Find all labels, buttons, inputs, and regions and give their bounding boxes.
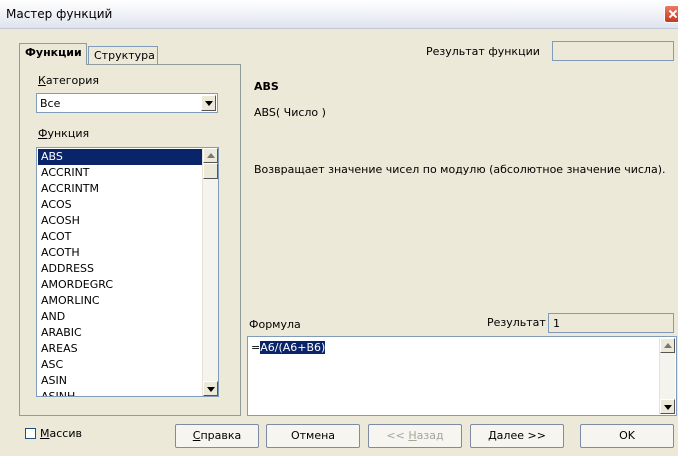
- formula-editor[interactable]: =A6/(A6+B6): [247, 336, 677, 416]
- close-icon[interactable]: [664, 5, 678, 23]
- scroll-thumb[interactable]: [203, 163, 218, 179]
- list-item[interactable]: ACOSH: [38, 213, 203, 229]
- tab-functions-label: Функции: [25, 46, 82, 59]
- tab-structure-label: Структура: [94, 49, 155, 62]
- list-item[interactable]: ACCRINT: [38, 165, 203, 181]
- formula-text[interactable]: =A6/(A6+B6): [251, 341, 326, 354]
- function-result-field: [552, 41, 674, 61]
- result-label: Результат: [487, 316, 546, 329]
- list-item[interactable]: ADDRESS: [38, 261, 203, 277]
- function-description: Возвращает значение чисел по модулю (абс…: [254, 163, 666, 176]
- list-item[interactable]: ACOS: [38, 197, 203, 213]
- list-item[interactable]: AMORLINC: [38, 293, 203, 309]
- result-value: 1: [553, 317, 560, 330]
- result-field: 1: [548, 313, 674, 333]
- help-button[interactable]: Справка: [175, 424, 259, 448]
- scroll-down-icon[interactable]: [203, 381, 218, 396]
- category-select[interactable]: Все: [36, 93, 218, 113]
- list-item[interactable]: ACOTH: [38, 245, 203, 261]
- category-value: Все: [40, 97, 61, 110]
- function-list-label: Функция: [38, 127, 90, 140]
- function-list-scrollbar[interactable]: [202, 148, 218, 396]
- list-item[interactable]: ASINH: [38, 389, 203, 396]
- list-item[interactable]: AMORDEGRC: [38, 277, 203, 293]
- function-result-label: Результат функции: [426, 45, 540, 58]
- cancel-button[interactable]: Отмена: [266, 424, 360, 448]
- formula-prefix: =: [251, 341, 261, 354]
- list-item[interactable]: AREAS: [38, 341, 203, 357]
- title-bar[interactable]: Мастер функций: [0, 0, 678, 29]
- list-item[interactable]: ABS: [38, 149, 203, 165]
- scroll-up-icon[interactable]: [203, 148, 218, 163]
- formula-selection: A6/(A6+B6): [260, 341, 326, 354]
- array-checkbox[interactable]: [25, 428, 36, 439]
- function-name: ABS: [254, 80, 279, 93]
- formula-label: Формула: [249, 318, 301, 331]
- function-list[interactable]: ABS ACCRINT ACCRINTM ACOS ACOSH ACOT ACO…: [36, 147, 219, 397]
- function-signature: ABS( Число ): [254, 106, 326, 119]
- tab-functions[interactable]: Функции: [19, 43, 87, 65]
- list-item[interactable]: ARABIC: [38, 325, 203, 341]
- list-item[interactable]: ASIN: [38, 373, 203, 389]
- list-item[interactable]: ACOT: [38, 229, 203, 245]
- next-button[interactable]: Далее >>: [470, 424, 564, 448]
- list-item[interactable]: ACCRINTM: [38, 181, 203, 197]
- formula-scrollbar[interactable]: [659, 338, 675, 414]
- chevron-down-icon[interactable]: [201, 95, 216, 111]
- array-checkbox-label[interactable]: Массив: [40, 427, 82, 440]
- scroll-up-icon[interactable]: [660, 338, 675, 353]
- back-button[interactable]: << Назад: [368, 424, 462, 448]
- tab-structure[interactable]: Структура: [88, 46, 158, 65]
- category-label: Категория: [38, 74, 99, 87]
- window-title: Мастер функций: [6, 7, 113, 21]
- scroll-down-icon[interactable]: [660, 399, 675, 414]
- list-item[interactable]: AND: [38, 309, 203, 325]
- function-wizard-dialog: Мастер функций Структура Функции Категор…: [0, 0, 678, 456]
- ok-button[interactable]: OK: [580, 424, 674, 448]
- list-item[interactable]: ASC: [38, 357, 203, 373]
